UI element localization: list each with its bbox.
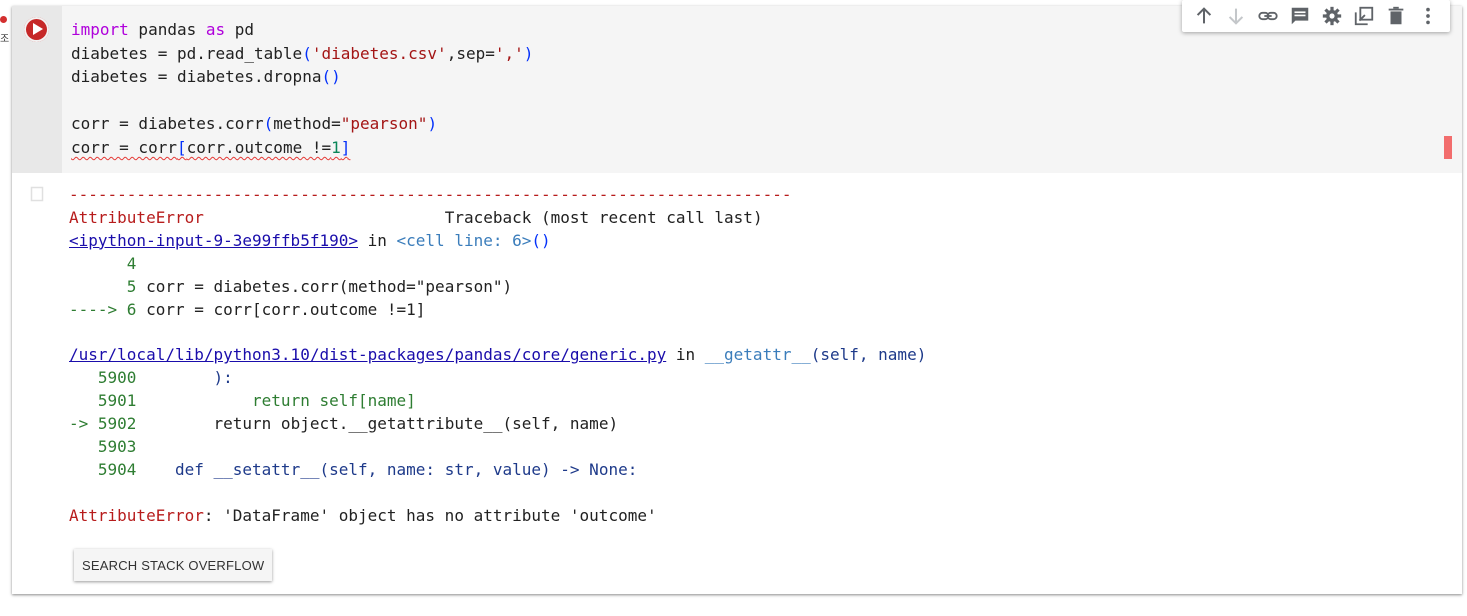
frame1-line: 4 [69, 253, 137, 273]
error-scroll-marker [1444, 136, 1452, 159]
frame2-line: 5904 def __setattr__(self, name: str, va… [69, 459, 638, 479]
comment-icon[interactable] [1287, 3, 1313, 29]
generic-py-link[interactable]: /usr/local/lib/python3.10/dist-packages/… [69, 345, 666, 364]
frame2-line: 5901 return self[name] [69, 391, 416, 411]
run-cell-button[interactable] [24, 17, 49, 42]
delete-icon[interactable] [1383, 3, 1409, 29]
search-stack-overflow-button[interactable]: SEARCH STACK OVERFLOW [74, 549, 273, 581]
ipython-input-link[interactable]: <ipython-input-9-3e99ffb5f190> [69, 231, 358, 250]
traceback-rule: ----------------------------------------… [69, 185, 792, 204]
frame1-line: 5 corr = diabetes.corr(method="pearson") [69, 276, 513, 296]
edge-korean-char: 조 [0, 34, 10, 45]
cell-toolbar [1182, 0, 1450, 32]
mirror-cell-icon[interactable] [1351, 3, 1377, 29]
link-icon[interactable] [1255, 3, 1281, 29]
edge-run-indicator [0, 16, 7, 23]
error-output: ----------------------------------------… [69, 184, 926, 528]
code-text[interactable]: import pandas as pd diabetes = pd.read_t… [71, 18, 533, 160]
code-line-5: corr = diabetes.corr(method="pearson") [71, 114, 438, 134]
code-line-6: corr = corr[corr.outcome !=1] [71, 137, 351, 157]
settings-icon[interactable] [1319, 3, 1345, 29]
cell-gutter [12, 6, 62, 173]
code-cell[interactable]: import pandas as pd diabetes = pd.read_t… [12, 0, 1462, 594]
frame2-line: 5900 ): [69, 368, 233, 388]
frame1-location: <ipython-input-9-3e99ffb5f190> in <cell … [69, 230, 551, 250]
frame2-line: 5903 [69, 436, 137, 456]
code-line-3: diabetes = diabetes.dropna() [71, 67, 341, 87]
arrow-down-icon[interactable] [1223, 3, 1249, 29]
final-error-line: AttributeError: 'DataFrame' object has n… [69, 505, 657, 525]
frame1-line-current: ----> 6 corr = corr[corr.outcome !=1] [69, 299, 426, 319]
code-line-2: diabetes = pd.read_table('diabetes.csv',… [71, 43, 534, 63]
code-line-1: import pandas as pd [71, 20, 255, 39]
arrow-up-icon[interactable] [1191, 3, 1217, 29]
more-options-icon[interactable] [1415, 3, 1441, 29]
output-actions-icon[interactable] [30, 186, 44, 202]
frame2-line-current: -> 5902 return object.__getattribute__(s… [69, 414, 619, 434]
traceback-header-line: AttributeError Traceback (most recent ca… [69, 207, 763, 227]
frame2-location: /usr/local/lib/python3.10/dist-packages/… [69, 345, 927, 365]
